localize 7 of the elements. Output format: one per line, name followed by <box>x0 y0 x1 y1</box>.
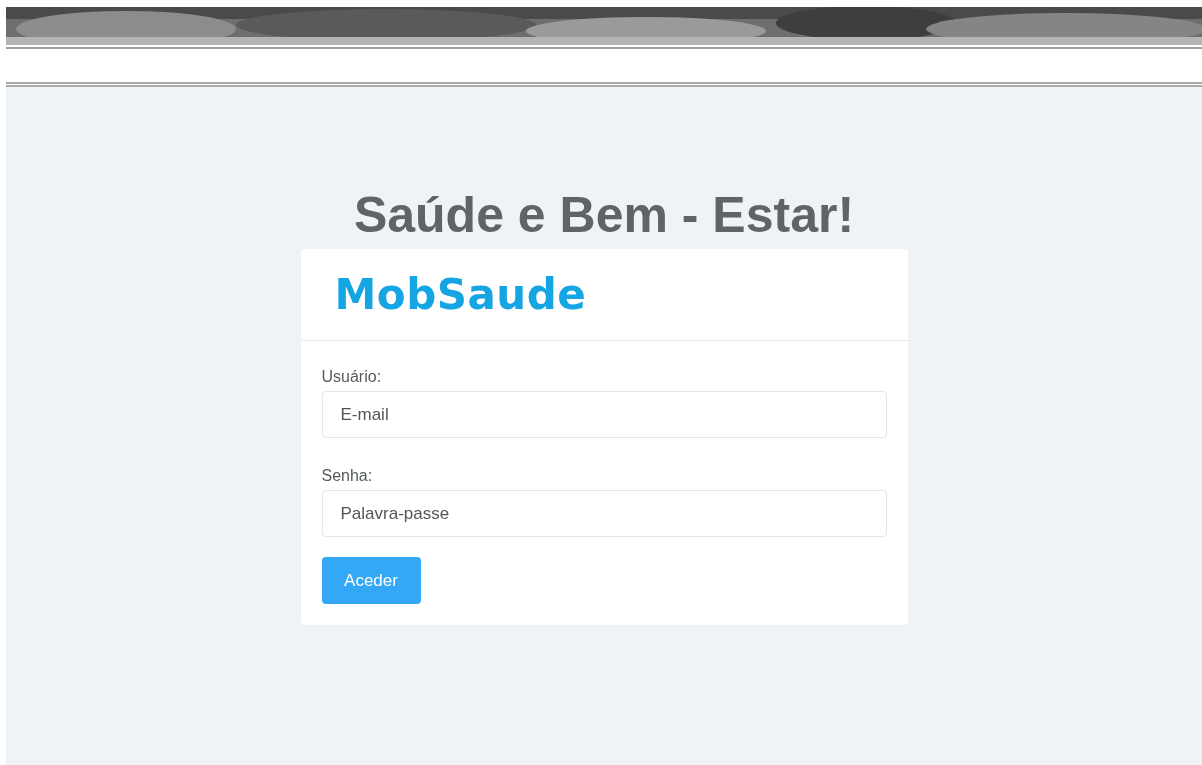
page-heading: Saúde e Bem - Estar! <box>353 186 855 245</box>
field-label: Senha: <box>321 466 374 486</box>
input-field[interactable]: Palavra-passe <box>321 490 887 537</box>
login-button[interactable]: Aceder <box>321 557 421 604</box>
input-field[interactable]: E-mail <box>321 391 887 438</box>
field-label: Usuário: <box>321 367 383 387</box>
logo: MobSaude <box>334 269 587 321</box>
